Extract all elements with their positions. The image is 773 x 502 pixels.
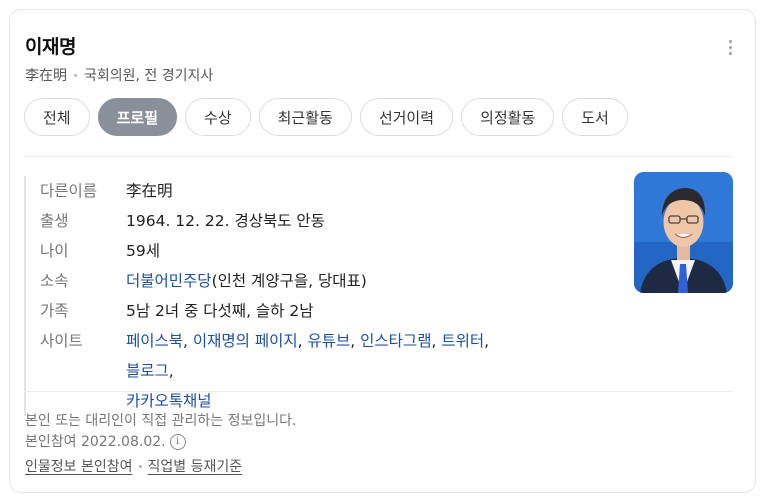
site-link-youtube[interactable]: 유튜브 bbox=[308, 332, 351, 350]
person-hanja: 李在明 bbox=[25, 68, 67, 84]
verified-date: 본인참여 2022.08.02. bbox=[25, 434, 166, 450]
listing-criteria-link[interactable]: 직업별 등재기준 bbox=[148, 459, 243, 475]
info-label: 가족 bbox=[40, 302, 69, 320]
separator-dot bbox=[74, 73, 77, 77]
tab-profile[interactable]: 프로필 bbox=[97, 98, 178, 136]
info-icon[interactable]: i bbox=[169, 434, 186, 450]
info-value: 李在明 bbox=[126, 182, 173, 200]
affiliation-detail: (인천 계양구을, 당대표) bbox=[211, 272, 367, 290]
info-row-age: 나이 59세 bbox=[40, 236, 490, 266]
person-subtitle: 李在明 국회의원, 전 경기지사 bbox=[25, 65, 213, 85]
portrait-image bbox=[634, 172, 733, 293]
tab-all[interactable]: 전체 bbox=[24, 98, 90, 136]
info-label: 다른이름 bbox=[40, 182, 98, 200]
tab-books[interactable]: 도서 bbox=[562, 98, 628, 136]
info-value: 1964. 12. 22. 경상북도 안동 bbox=[126, 212, 325, 230]
info-value: 더불어민주당(인천 계양구을, 당대표) bbox=[126, 266, 367, 296]
info-value: 59세 bbox=[126, 242, 160, 260]
divider bbox=[24, 391, 733, 392]
info-row-affiliation: 소속 더불어민주당(인천 계양구을, 당대표) bbox=[40, 266, 490, 296]
site-link-twitter[interactable]: 트위터 bbox=[441, 332, 484, 350]
managed-notice: 본인 또는 대리인이 직접 관리하는 정보입니다. bbox=[25, 413, 297, 429]
person-name[interactable]: 이재명 bbox=[25, 32, 76, 59]
info-label: 나이 bbox=[40, 242, 69, 260]
separator-dot bbox=[138, 464, 142, 468]
footer-links: 인물정보 본인참여 직업별 등재기준 bbox=[25, 456, 242, 476]
tab-recent-activity[interactable]: 최근활동 bbox=[258, 98, 352, 136]
site-link-facebook[interactable]: 페이스북 bbox=[126, 332, 183, 350]
self-participation-link[interactable]: 인물정보 본인참여 bbox=[25, 459, 133, 475]
info-value: 5남 2녀 중 다섯째, 슬하 2남 bbox=[126, 302, 314, 320]
tab-election-history[interactable]: 선거이력 bbox=[359, 98, 454, 136]
tab-awards[interactable]: 수상 bbox=[185, 98, 251, 136]
verified-line: 본인참여 2022.08.02. i bbox=[25, 431, 186, 451]
site-links: 페이스북, 이재명의 페이지, 유튜브, 인스타그램, 트위터, 블로그, 카카오… bbox=[126, 332, 490, 410]
more-options-icon[interactable] bbox=[729, 40, 733, 58]
info-row-sites: 사이트 페이스북, 이재명의 페이지, 유튜브, 인스타그램, 트위터, 블로그… bbox=[40, 326, 490, 416]
site-link-page[interactable]: 이재명의 페이지 bbox=[193, 332, 298, 350]
info-row-birth: 출생 1964. 12. 22. 경상북도 안동 bbox=[40, 206, 490, 236]
site-link-blog[interactable]: 블로그 bbox=[126, 362, 169, 380]
party-link[interactable]: 더불어민주당 bbox=[126, 272, 212, 290]
tab-legislative-activity[interactable]: 의정활동 bbox=[461, 98, 555, 136]
info-label: 소속 bbox=[40, 272, 69, 290]
info-label: 사이트 bbox=[40, 332, 83, 350]
info-row-alias: 다른이름 李在明 bbox=[40, 176, 490, 206]
divider bbox=[24, 156, 733, 157]
info-label: 출생 bbox=[40, 212, 69, 230]
profile-info-list: 다른이름 李在明 출생 1964. 12. 22. 경상북도 안동 나이 59세… bbox=[24, 176, 490, 416]
site-link-kakao[interactable]: 카카오톡채널 bbox=[126, 392, 212, 410]
profile-photo[interactable] bbox=[634, 172, 733, 293]
person-role: 국회의원, 전 경기지사 bbox=[84, 68, 214, 84]
info-row-family: 가족 5남 2녀 중 다섯째, 슬하 2남 bbox=[40, 296, 490, 326]
profile-tabs: 전체 프로필 수상 최근활동 선거이력 의정활동 도서 bbox=[24, 98, 628, 136]
profile-card: 이재명 李在明 국회의원, 전 경기지사 전체 프로필 수상 최근활동 선거이력 … bbox=[9, 9, 756, 493]
site-link-instagram[interactable]: 인스타그램 bbox=[360, 332, 431, 350]
